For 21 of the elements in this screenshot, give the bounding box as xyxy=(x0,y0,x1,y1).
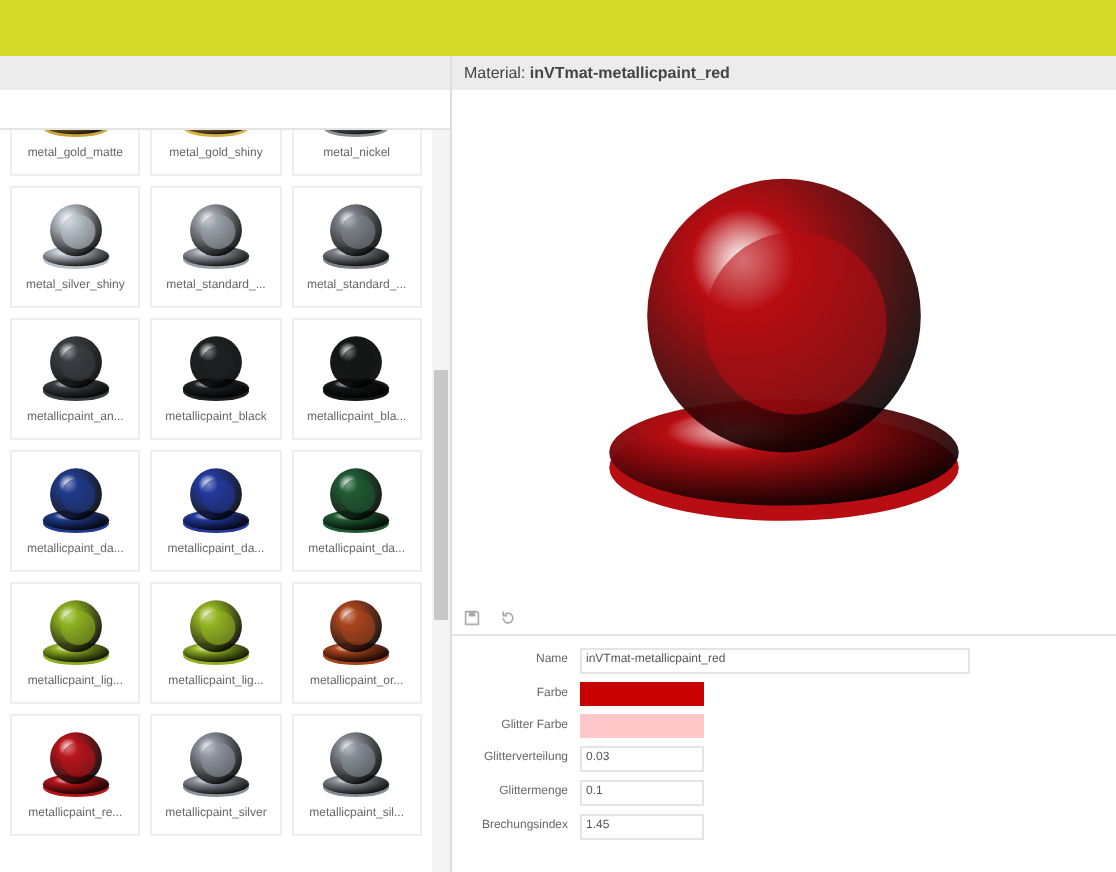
material-sphere-icon xyxy=(320,463,393,535)
material-sphere-icon xyxy=(39,595,112,667)
material-sphere-icon xyxy=(320,727,393,799)
material-sphere-icon xyxy=(39,727,112,799)
material-sphere-icon xyxy=(39,331,112,403)
material-sphere-icon xyxy=(320,595,393,667)
material-sphere-icon xyxy=(179,331,252,403)
material-sphere-icon xyxy=(39,463,112,535)
material-sphere-icon xyxy=(39,199,112,271)
color-swatch[interactable] xyxy=(580,714,704,738)
material-sphere-icon xyxy=(320,199,393,271)
save-icon[interactable] xyxy=(464,609,480,625)
undo-icon[interactable] xyxy=(500,609,516,625)
scrollbar[interactable] xyxy=(432,130,450,872)
material-title: Material: inVTmat-metallicpaint_red xyxy=(464,61,730,85)
color-swatch[interactable] xyxy=(580,682,704,706)
material-sphere-icon xyxy=(179,727,252,799)
material-sphere-icon xyxy=(179,595,252,667)
material-sphere-icon xyxy=(179,199,252,271)
material-sphere-icon xyxy=(179,463,252,535)
material-sphere-icon xyxy=(320,331,393,403)
